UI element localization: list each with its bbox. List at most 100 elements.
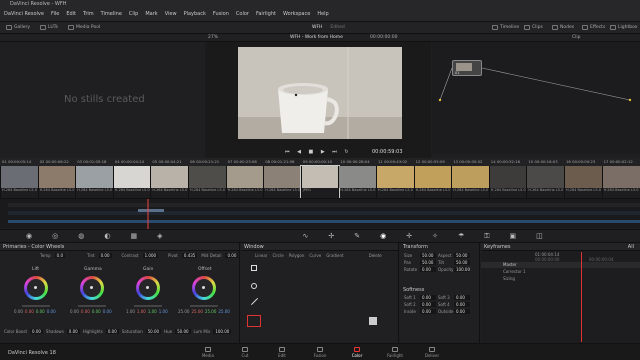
- page-fairlight[interactable]: Fairlight: [380, 343, 410, 360]
- clip-thumbnail[interactable]: H.264 Baseline L5.0: [338, 166, 377, 198]
- linear-window-icon[interactable]: [251, 265, 257, 271]
- polygon-tool[interactable]: Polygon: [289, 253, 305, 258]
- offset-slider[interactable]: [190, 305, 218, 307]
- clip-label[interactable]: Clip: [572, 35, 581, 40]
- offset-g[interactable]: 25.00: [205, 309, 216, 314]
- clip-thumbnail[interactable]: H.264 Baseline L5.0: [488, 166, 527, 198]
- master-row[interactable]: Master: [481, 262, 640, 268]
- delete-button[interactable]: Delete: [369, 253, 382, 258]
- page-color[interactable]: Color: [342, 343, 372, 360]
- menu-item[interactable]: Clip: [129, 11, 138, 21]
- offset-y[interactable]: 25.00: [178, 309, 189, 314]
- node-01[interactable]: 01: [452, 60, 482, 76]
- sizing-row[interactable]: Sizing: [481, 276, 640, 282]
- polygon-window-icon[interactable]: [250, 297, 259, 306]
- aspect-value[interactable]: 50.00: [454, 253, 470, 258]
- pan-value[interactable]: 50.00: [420, 260, 436, 265]
- window-icon[interactable]: ◉: [380, 232, 386, 240]
- gamma-g[interactable]: 0.00: [92, 309, 101, 314]
- clips-button[interactable]: Clips: [524, 25, 543, 30]
- magic-mask-icon[interactable]: ✧: [432, 232, 438, 240]
- outside-value[interactable]: 0.00: [454, 309, 470, 314]
- color-warper-icon[interactable]: ✢: [328, 232, 334, 240]
- clip-thumbnail[interactable]: H.264 Baseline L5.0: [376, 166, 414, 198]
- gain-r[interactable]: 1.00: [137, 309, 146, 314]
- gain-b[interactable]: 1.00: [159, 309, 168, 314]
- offset-wheel[interactable]: [192, 276, 216, 300]
- clip-thumbnail[interactable]: H.264 Baseline L5.0: [413, 166, 452, 198]
- circle-window-icon[interactable]: [251, 283, 257, 289]
- menu-item[interactable]: Fusion: [213, 11, 229, 21]
- soft1-value[interactable]: 0.00: [420, 295, 436, 300]
- lift-wheel[interactable]: [24, 276, 48, 300]
- gain-g[interactable]: 1.00: [148, 309, 157, 314]
- opacity-value[interactable]: 100.00: [454, 267, 470, 272]
- soft2-value[interactable]: 0.00: [420, 302, 436, 307]
- middetail-value[interactable]: 0.00: [225, 253, 239, 258]
- clip-thumbnail[interactable]: H.264 Baseline L5.0: [0, 166, 38, 198]
- circle-tool[interactable]: Circle: [272, 253, 283, 258]
- gallery-button[interactable]: Gallery: [6, 25, 30, 30]
- lift-r[interactable]: 0.00: [25, 309, 34, 314]
- lummix-value[interactable]: 100.00: [213, 329, 232, 334]
- rgb-mixer-icon[interactable]: ▦: [130, 232, 137, 240]
- clip-thumbnail[interactable]: H.264 Baseline L5.0: [225, 166, 264, 198]
- page-edit[interactable]: Edit: [267, 343, 297, 360]
- lift-b[interactable]: 0.00: [47, 309, 56, 314]
- offset-b[interactable]: 25.00: [218, 309, 229, 314]
- gain-wheel[interactable]: [136, 276, 160, 300]
- motion-effects-icon[interactable]: ◈: [157, 232, 162, 240]
- page-media[interactable]: Media: [193, 343, 223, 360]
- offset-r[interactable]: 25.00: [191, 309, 202, 314]
- saturation-value[interactable]: 50.00: [145, 329, 162, 334]
- blur-icon[interactable]: ☂: [458, 232, 464, 240]
- temp-value[interactable]: 0.0: [54, 253, 66, 258]
- color-wheels-icon[interactable]: ◍: [78, 232, 84, 240]
- color-match-icon[interactable]: ◎: [52, 232, 58, 240]
- clip-thumbnail[interactable]: H.264 Baseline L5.0: [263, 166, 302, 198]
- clip-thumbnail[interactable]: H.264 Baseline L5.0: [451, 166, 490, 198]
- clip-thumbnail[interactable]: H.264 Baseline L5.0: [601, 166, 640, 198]
- lightbox-button[interactable]: Lightbox: [610, 25, 637, 30]
- gradient-tool[interactable]: Gradient: [326, 253, 343, 258]
- gamma-slider[interactable]: [78, 305, 106, 307]
- menu-item[interactable]: Color: [236, 11, 249, 21]
- mini-timeline[interactable]: [0, 198, 640, 229]
- curves-icon[interactable]: ∿: [302, 232, 308, 240]
- effects-button[interactable]: Effects: [582, 25, 605, 30]
- menu-item[interactable]: View: [165, 11, 177, 21]
- gamma-wheel[interactable]: [80, 276, 104, 300]
- curve-window-icon[interactable]: [247, 315, 261, 327]
- qualifier-icon[interactable]: ✎: [354, 232, 360, 240]
- colorboost-value[interactable]: 0.00: [30, 329, 43, 334]
- clip-thumbnail[interactable]: H.264 Baseline L5.0: [526, 166, 565, 198]
- clip-thumbnail[interactable]: H.264 Baseline L5.0: [75, 166, 114, 198]
- tilt-value[interactable]: 50.00: [454, 260, 470, 265]
- soft3-value[interactable]: 0.00: [454, 295, 470, 300]
- timeline-button[interactable]: Timeline: [492, 25, 519, 30]
- shadows-value[interactable]: 0.00: [66, 329, 80, 334]
- gamma-y[interactable]: 0.00: [70, 309, 79, 314]
- menu-item[interactable]: Mark: [145, 11, 157, 21]
- key-icon[interactable]: ⚿: [484, 232, 489, 241]
- contrast-value[interactable]: 1.000: [142, 253, 159, 258]
- menu-item[interactable]: Timeline: [101, 11, 122, 21]
- menu-item[interactable]: DaVinci Resolve: [4, 11, 44, 21]
- clip-thumbnail[interactable]: H.264 Baseline L5.0: [150, 166, 189, 198]
- clip-thumbnail[interactable]: JPEG: [299, 165, 340, 199]
- camera-raw-icon[interactable]: ◉: [26, 232, 32, 240]
- highlights-value[interactable]: 0.00: [105, 329, 119, 334]
- menu-item[interactable]: Help: [317, 11, 328, 21]
- menu-item[interactable]: Workspace: [283, 11, 310, 21]
- transport-buttons[interactable]: ⏮ ◀ ■ ▶ ⏭ ↻: [285, 149, 352, 155]
- media-pool-button[interactable]: Media Pool: [67, 25, 100, 30]
- luts-button[interactable]: LUTs: [40, 25, 58, 30]
- menu-item[interactable]: Edit: [66, 11, 76, 21]
- window-invert-toggle[interactable]: [369, 317, 377, 325]
- zoom-level[interactable]: 27%: [208, 35, 218, 40]
- curve-tool[interactable]: Curve: [309, 253, 321, 258]
- clip-thumbnail[interactable]: H.264 Baseline L5.0: [112, 166, 151, 198]
- hdr-icon[interactable]: ◐: [104, 232, 110, 240]
- keyframes-filter[interactable]: All: [628, 244, 634, 250]
- lift-slider[interactable]: [22, 305, 50, 307]
